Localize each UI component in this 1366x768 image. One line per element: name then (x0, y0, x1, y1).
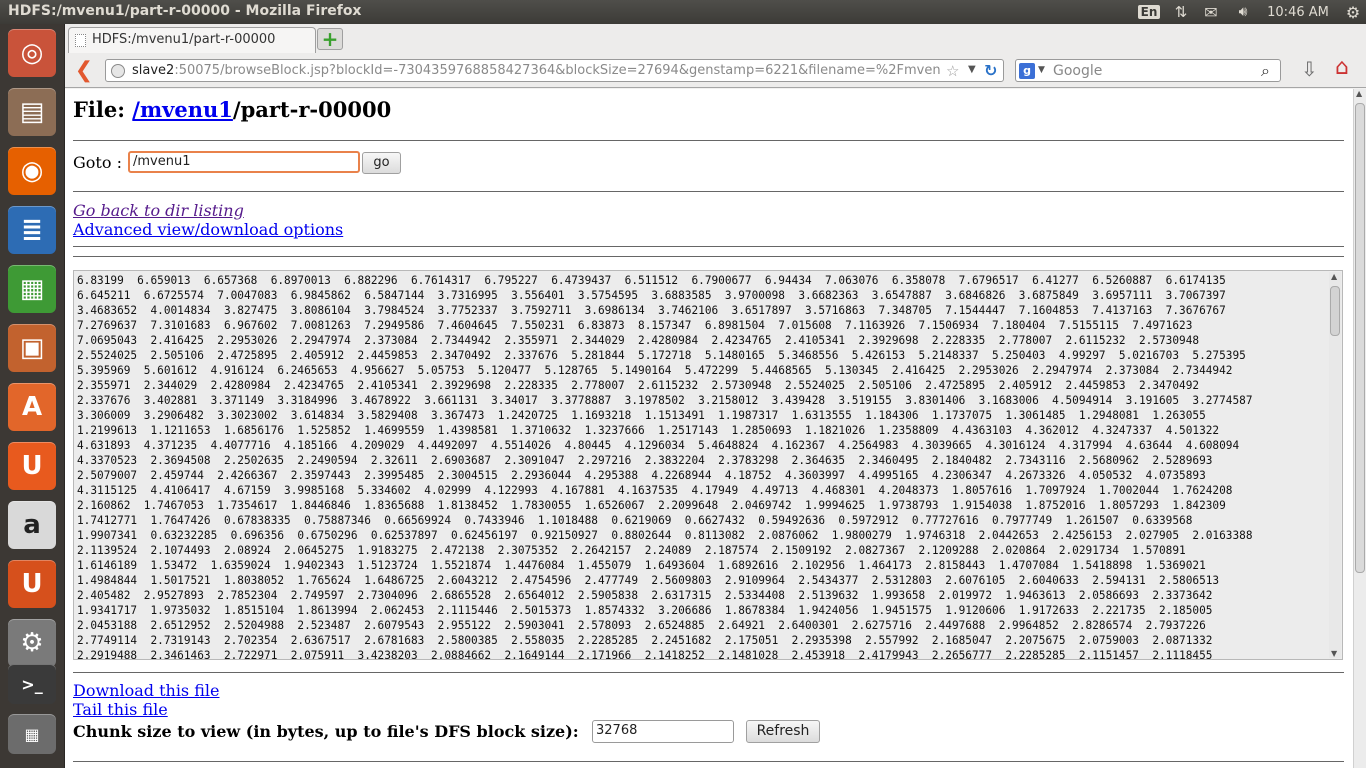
scrollbar-thumb[interactable] (1330, 286, 1340, 336)
goto-input[interactable]: /mvenu1 (128, 151, 360, 173)
file-content-line: 1.2199613 1.1211653 1.6856176 1.525852 1… (77, 424, 1220, 437)
tab-title: HDFS:/mvenu1/part-r-00000 (92, 32, 276, 47)
back-to-dir-link[interactable]: Go back to dir listing (73, 201, 244, 220)
search-bar[interactable]: g ▼ Google ⌕ (1015, 59, 1281, 82)
browser-tab[interactable]: HDFS:/mvenu1/part-r-00000 (68, 27, 316, 53)
google-icon[interactable]: g (1019, 63, 1035, 79)
page-icon (75, 34, 86, 47)
amazon-icon[interactable]: a (8, 501, 56, 549)
file-content-line: 4.3370523 2.3694508 2.2502635 2.2490594 … (77, 454, 1213, 467)
back-arrow-icon[interactable]: ❮ (71, 57, 97, 83)
file-content-line: 2.0453188 2.6512952 2.5204988 2.523487 2… (77, 619, 1206, 632)
file-content-line: 2.5524025 2.505106 2.4725895 2.405912 2.… (77, 349, 1246, 362)
search-engine-dropdown-icon[interactable]: ▼ (1038, 65, 1045, 75)
url-bar[interactable]: slave2:50075/browseBlock.jsp?blockId=-73… (105, 59, 1004, 82)
gear-icon[interactable]: ⚙ (1342, 0, 1364, 24)
divider (73, 672, 1344, 673)
file-content-line: 3.4683652 4.0014834 3.827475 3.8086104 3… (77, 304, 1226, 317)
download-file-link[interactable]: Download this file (73, 681, 219, 700)
file-content-line: 7.2769637 7.3101683 6.967602 7.0081263 7… (77, 319, 1193, 332)
divider (73, 191, 1344, 192)
chunk-size-input[interactable]: 32768 (592, 720, 734, 743)
divider (73, 256, 1344, 257)
goto-label: Goto : (73, 153, 122, 172)
file-content-line: 2.2919488 2.3461463 2.722971 2.075911 3.… (77, 649, 1213, 660)
home-icon[interactable]: ⌂ (1335, 55, 1361, 81)
file-content-line: 6.645211 6.6725574 7.0047083 6.9845862 6… (77, 289, 1226, 302)
ubuntu-one-music-icon[interactable]: U (8, 560, 56, 608)
chunk-size-label: Chunk size to view (in bytes, up to file… (73, 722, 579, 741)
file-content-line: 5.395969 5.601612 4.916124 6.2465653 4.9… (77, 364, 1233, 377)
files-icon[interactable]: ▤ (8, 88, 56, 136)
reload-icon[interactable]: ↻ (984, 61, 997, 80)
file-content-line: 2.355971 2.344029 2.4280984 2.4234765 2.… (77, 379, 1200, 392)
page-title: File: /mvenu1/part-r-00000 (73, 97, 392, 122)
scroll-up-icon[interactable]: ▲ (1356, 89, 1362, 98)
scroll-up-icon[interactable]: ▲ (1331, 272, 1337, 281)
file-content-textarea[interactable]: 6.83199 6.659013 6.657368 6.8970013 6.88… (73, 270, 1343, 660)
keyboard-language-indicator[interactable]: En (1137, 0, 1161, 24)
file-content-line: 3.306009 3.2906482 3.3023002 3.614834 3.… (77, 409, 1206, 422)
scrollbar-thumb[interactable] (1355, 103, 1365, 573)
network-icon[interactable]: ⇅ (1170, 0, 1192, 24)
url-text[interactable]: slave2:50075/browseBlock.jsp?blockId=-73… (132, 63, 940, 78)
workspaces-icon[interactable]: ▦ (8, 714, 56, 754)
file-content-line: 4.631893 4.371235 4.4077716 4.185166 4.2… (77, 439, 1240, 452)
file-content-line: 4.3115125 4.4106417 4.67159 3.9985168 5.… (77, 484, 1233, 497)
language-label: En (1137, 5, 1161, 19)
site-identity-icon[interactable] (111, 64, 125, 78)
textarea-scrollbar[interactable]: ▲ ▼ (1329, 272, 1341, 658)
download-icon[interactable]: ⇩ (1301, 57, 1318, 81)
calc-icon[interactable]: ▦ (8, 265, 56, 313)
ubuntu-one-icon[interactable]: U (8, 442, 56, 490)
page-content: File: /mvenu1/part-r-00000 Goto : /mvenu… (65, 89, 1353, 768)
file-content-line: 6.83199 6.659013 6.657368 6.8970013 6.88… (77, 274, 1226, 287)
file-content-text: 6.83199 6.659013 6.657368 6.8970013 6.88… (77, 273, 1327, 660)
file-content-line: 2.7749114 2.7319143 2.702354 2.6367517 2… (77, 634, 1213, 647)
clock[interactable]: 10:46 AM (1264, 0, 1332, 24)
file-content-line: 2.5079007 2.459744 2.4266367 2.3597443 2… (77, 469, 1206, 482)
window-title: HDFS:/mvenu1/part-r-00000 - Mozilla Fire… (8, 3, 362, 19)
url-history-dropdown-icon[interactable]: ▼ (968, 64, 976, 75)
file-content-line: 1.9341717 1.9735032 1.8515104 1.8613994 … (77, 604, 1213, 617)
launcher: ◎ ▤ ◉ ≣ ▦ ▣ A Ua U ⚙ >_ ▦ (0, 24, 65, 768)
browser-toolbar: HDFS:/mvenu1/part-r-00000 + ❮ slave2:500… (65, 24, 1366, 88)
file-content-line: 2.405482 2.9527893 2.7852304 2.749597 2.… (77, 589, 1213, 602)
firefox-icon[interactable]: ◉ (8, 147, 56, 195)
file-content-line: 1.6146189 1.53472 1.6359024 1.9402343 1.… (77, 559, 1206, 572)
search-input[interactable]: Google (1053, 63, 1102, 79)
software-center-icon[interactable]: A (8, 383, 56, 431)
file-content-line: 1.9907341 0.63232285 0.696356 0.6750296 … (77, 529, 1253, 542)
page-scrollbar[interactable]: ▲ (1353, 89, 1366, 768)
divider (73, 140, 1344, 141)
file-content-line: 1.4984844 1.5017521 1.8038052 1.765624 1… (77, 574, 1220, 587)
volume-icon[interactable]: 🔊︎ (1232, 0, 1254, 24)
file-content-line: 2.337676 3.402881 3.371149 3.3184996 3.4… (77, 394, 1253, 407)
tail-file-link[interactable]: Tail this file (73, 700, 168, 719)
divider (73, 761, 1344, 762)
directory-link[interactable]: /mvenu1 (132, 97, 233, 122)
file-content-line: 7.0695043 2.416425 2.2953026 2.2947974 2… (77, 334, 1200, 347)
file-content-line: 2.1139524 2.1074493 2.08924 2.0645275 1.… (77, 544, 1186, 557)
top-panel: HDFS:/mvenu1/part-r-00000 - Mozilla Fire… (0, 0, 1366, 24)
advanced-options-link[interactable]: Advanced view/download options (73, 220, 343, 239)
search-icon[interactable]: ⌕ (1261, 61, 1270, 81)
ubuntu-dash-icon[interactable]: ◎ (8, 29, 56, 77)
mail-icon[interactable]: ✉ (1200, 0, 1222, 24)
impress-icon[interactable]: ▣ (8, 324, 56, 372)
system-settings-icon[interactable]: ⚙ (8, 619, 56, 667)
file-content-line: 2.160862 1.7467053 1.7354617 1.8446846 1… (77, 499, 1226, 512)
new-tab-button[interactable]: + (317, 28, 343, 50)
go-button[interactable]: go (362, 152, 401, 174)
writer-icon[interactable]: ≣ (8, 206, 56, 254)
file-content-line: 1.7412771 1.7647426 0.67838335 0.7588734… (77, 514, 1193, 527)
terminal-icon[interactable]: >_ (8, 664, 56, 704)
divider (73, 246, 1344, 247)
bookmark-star-icon[interactable]: ☆ (946, 62, 959, 80)
refresh-button[interactable]: Refresh (746, 720, 820, 743)
scroll-down-icon[interactable]: ▼ (1331, 649, 1337, 658)
